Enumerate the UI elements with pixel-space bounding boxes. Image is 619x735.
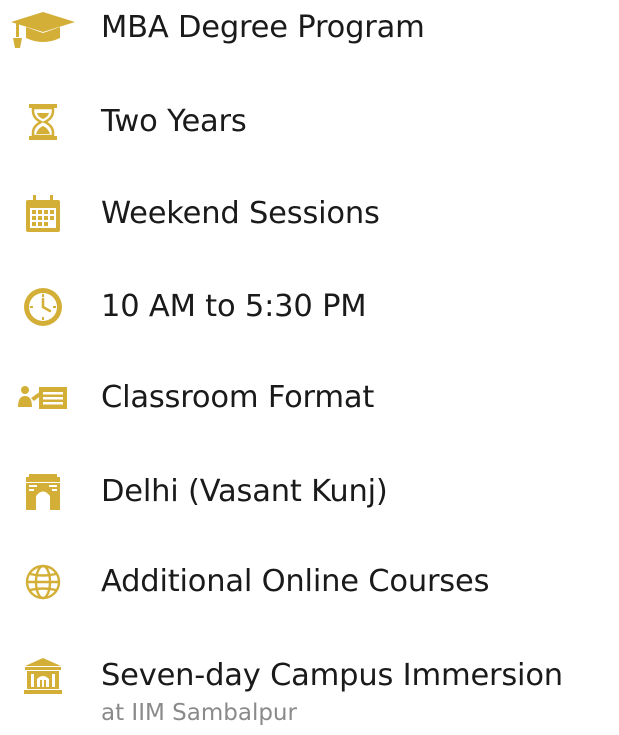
list-item: Two Years [0, 100, 619, 144]
hourglass-icon [8, 100, 78, 144]
list-item-label: Additional Online Courses [101, 564, 490, 599]
list-item-label: 10 AM to 5:30 PM [101, 289, 367, 324]
list-item-label: Delhi (Vasant Kunj) [101, 474, 388, 509]
list-item: MBA Degree Program [0, 6, 619, 50]
list-item-sublabel: at IIM Sambalpur [101, 700, 297, 726]
list-item: Weekend Sessions [0, 192, 619, 236]
graduation-cap-icon [8, 6, 78, 50]
institution-icon [8, 654, 78, 698]
list-item: Additional Online Courses [0, 560, 619, 604]
clock-icon [8, 285, 78, 329]
globe-icon [8, 560, 78, 604]
list-item: Seven-day Campus Immersion at IIM Sambal… [0, 654, 619, 730]
list-item: Delhi (Vasant Kunj) [0, 470, 619, 514]
list-item-label: Weekend Sessions [101, 196, 380, 231]
list-item-label: MBA Degree Program [101, 10, 425, 45]
list-item-label: Classroom Format [101, 380, 375, 415]
list-item-label: Two Years [101, 104, 247, 139]
list-item-label: Seven-day Campus Immersion [101, 658, 563, 693]
classroom-icon [8, 376, 78, 420]
list-item: Classroom Format [0, 376, 619, 420]
india-gate-icon [8, 470, 78, 514]
feature-list: MBA Degree Program Two Years Weekend Ses… [0, 0, 619, 735]
calendar-icon [8, 192, 78, 236]
list-item: 10 AM to 5:30 PM [0, 285, 619, 329]
